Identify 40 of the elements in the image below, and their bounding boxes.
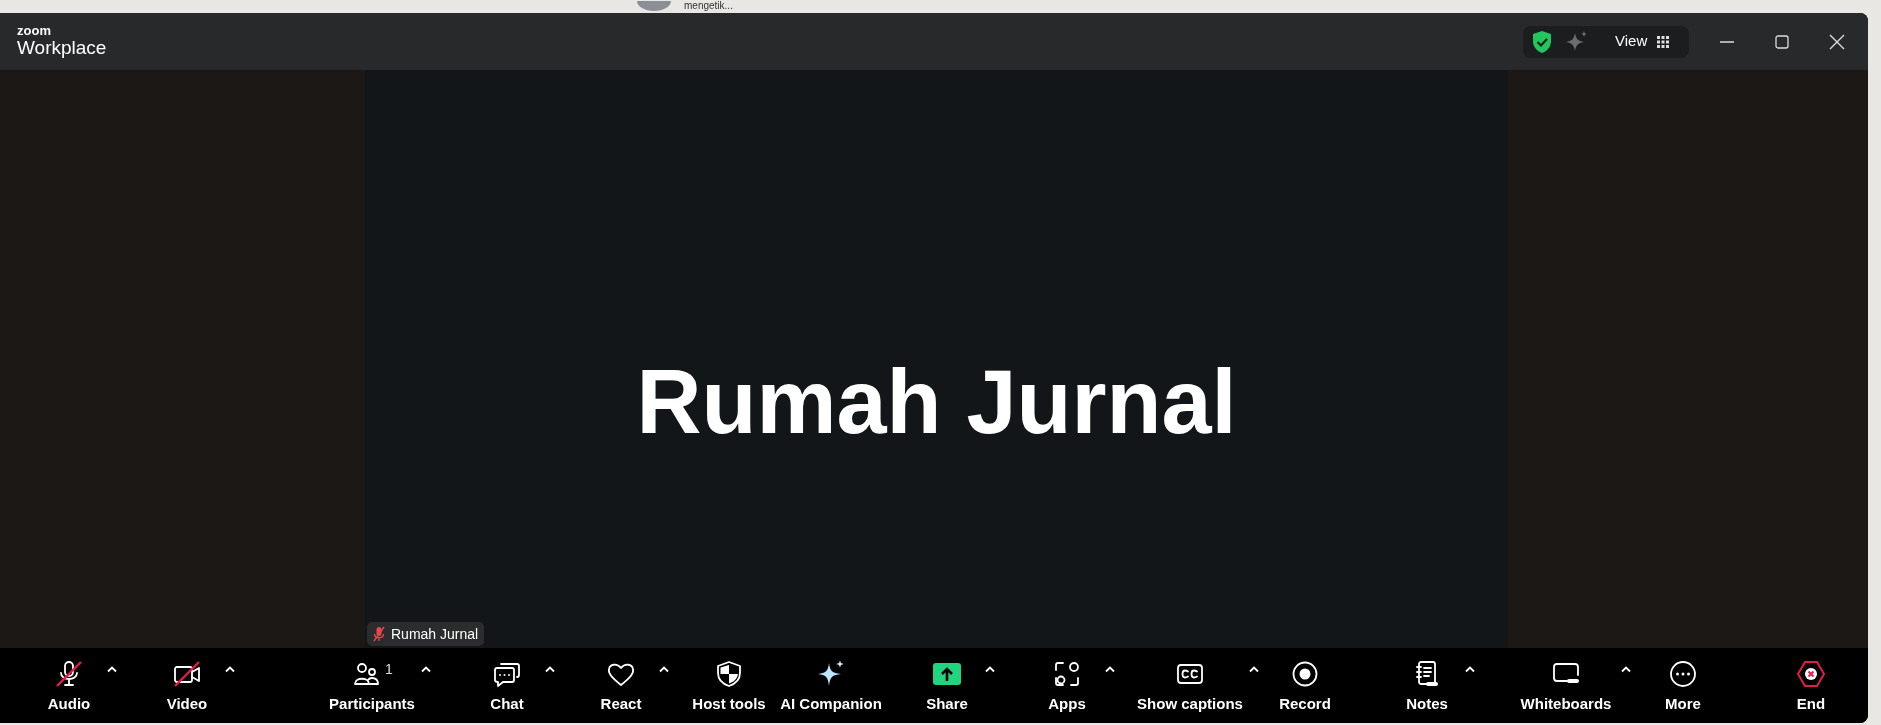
more-button[interactable]: More <box>1648 658 1718 713</box>
host-button[interactable]: Host tools <box>688 658 770 713</box>
chat-button[interactable]: Chat <box>472 658 542 713</box>
participant-name-display: Rumah Jurnal <box>636 357 1237 447</box>
close-icon[interactable] <box>1829 33 1845 50</box>
notes-button[interactable]: Notes <box>1392 658 1462 713</box>
react-button[interactable]: React <box>586 658 656 713</box>
grid-icon <box>1657 35 1670 48</box>
caret-icon[interactable] <box>1248 664 1260 673</box>
more-icon <box>1668 658 1698 689</box>
close-icon <box>1796 658 1826 689</box>
participant-name: Rumah Jurnal <box>391 624 479 644</box>
caret-icon[interactable] <box>544 664 556 673</box>
shield-icon <box>714 658 744 689</box>
record-button[interactable]: Record <box>1270 658 1340 713</box>
logo-text: Workplace <box>17 37 107 59</box>
ai-button[interactable]: AI Companion <box>776 658 886 713</box>
caret-icon[interactable] <box>420 664 432 673</box>
share-button[interactable]: Share <box>912 658 982 713</box>
caret-icon[interactable] <box>984 664 996 673</box>
video-button[interactable]: Video <box>152 658 222 713</box>
maximize-icon[interactable] <box>1775 34 1789 49</box>
audio-button[interactable]: Audio <box>34 658 104 713</box>
caret-icon[interactable] <box>1464 664 1476 673</box>
logo-text: zoom <box>17 24 52 37</box>
participants-button[interactable]: 1 Participants <box>326 658 418 713</box>
avatar-icon <box>636 1 672 11</box>
caret-icon[interactable] <box>224 664 236 673</box>
shield-check-icon[interactable] <box>1531 29 1553 54</box>
apps-button[interactable]: Apps <box>1032 658 1102 713</box>
whiteboards-button[interactable]: Whiteboards <box>1514 658 1618 713</box>
view-button[interactable]: View <box>1615 30 1670 53</box>
caret-icon[interactable] <box>658 664 670 673</box>
typing-status: mengetik... <box>684 0 733 12</box>
captions-button[interactable]: Show captions <box>1134 658 1246 713</box>
participant-count: 1 <box>385 659 393 679</box>
caret-icon[interactable] <box>1620 664 1632 673</box>
caret-icon[interactable] <box>106 664 118 673</box>
end-button[interactable]: End <box>1776 658 1846 713</box>
caret-icon[interactable] <box>1104 664 1116 673</box>
